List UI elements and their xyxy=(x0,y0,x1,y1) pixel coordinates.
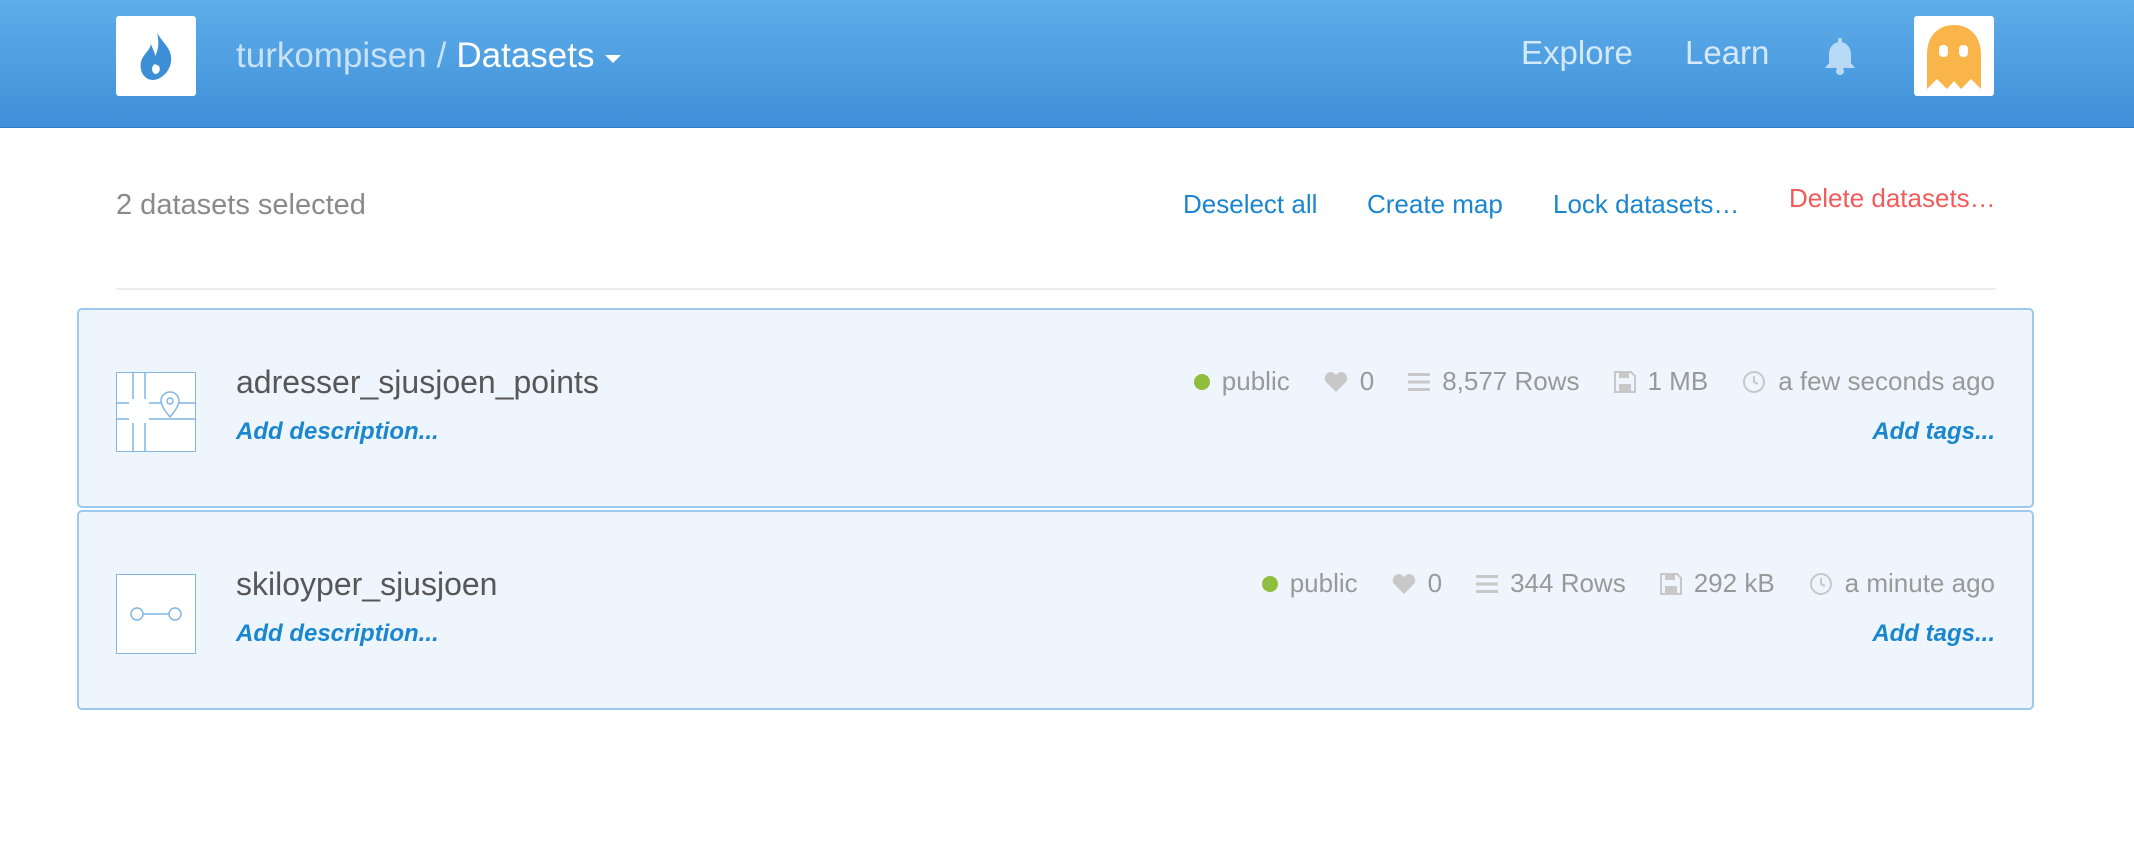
heart-icon xyxy=(1324,371,1347,392)
size: 1 MB xyxy=(1613,366,1709,397)
deselect-all-link[interactable]: Deselect all xyxy=(1183,189,1317,220)
create-map-link[interactable]: Create map xyxy=(1367,189,1503,220)
updated: a few seconds ago xyxy=(1742,366,1995,397)
size: 292 kB xyxy=(1659,568,1775,599)
size-value: 1 MB xyxy=(1647,366,1709,396)
map-pin-icon[interactable] xyxy=(116,372,196,452)
dataset-card[interactable]: skiloyper_sjusjoen Add description... pu… xyxy=(77,510,2034,710)
privacy-label: public xyxy=(1289,568,1358,598)
rows: 344 Rows xyxy=(1476,568,1626,599)
selected-count: 2 datasets selected xyxy=(116,189,366,221)
likes-count: 0 xyxy=(1359,366,1375,396)
likes-count: 0 xyxy=(1427,568,1443,598)
add-tags-link[interactable]: Add tags... xyxy=(1872,418,1995,446)
updated: a minute ago xyxy=(1809,568,1995,599)
rows-count: 8,577 Rows xyxy=(1442,366,1580,396)
clock-icon xyxy=(1809,572,1832,595)
heart-icon xyxy=(1392,573,1415,594)
nav-learn[interactable]: Learn xyxy=(1685,34,1769,72)
delete-datasets-link[interactable]: Delete datasets… xyxy=(1789,183,1996,214)
privacy-status[interactable]: public xyxy=(1193,366,1290,397)
privacy-status[interactable]: public xyxy=(1261,568,1358,599)
avatar[interactable] xyxy=(1914,16,1994,96)
disk-icon xyxy=(1613,370,1636,393)
clock-icon xyxy=(1743,370,1766,393)
dataset-name[interactable]: adresser_sjusjoen_points xyxy=(236,364,599,401)
dataset-card[interactable]: adresser_sjusjoen_points Add description… xyxy=(77,308,2034,508)
lock-datasets-link[interactable]: Lock datasets… xyxy=(1553,189,1739,220)
flame-icon xyxy=(140,32,172,80)
breadcrumb: turkompisen / Datasets xyxy=(236,34,621,78)
ghost-avatar-icon xyxy=(1927,25,1981,89)
rows: 8,577 Rows xyxy=(1408,366,1580,397)
add-description-link[interactable]: Add description... xyxy=(236,418,439,446)
updated-time: a minute ago xyxy=(1844,568,1995,598)
privacy-label: public xyxy=(1221,366,1290,396)
bell-icon[interactable] xyxy=(1822,38,1858,81)
public-status-dot xyxy=(1261,575,1278,592)
add-description-link[interactable]: Add description... xyxy=(236,620,439,648)
chevron-down-icon[interactable] xyxy=(604,55,621,63)
dataset-meta: public 0 344 Rows 292 kB a minute ago xyxy=(1261,568,1995,599)
breadcrumb-user[interactable]: turkompisen xyxy=(236,36,427,76)
dataset-meta: public 0 8,577 Rows 1 MB a few seconds a… xyxy=(1193,366,1995,397)
logo[interactable] xyxy=(116,16,196,96)
breadcrumb-separator: / xyxy=(436,36,447,75)
rows-icon xyxy=(1476,574,1499,593)
dataset-name[interactable]: skiloyper_sjusjoen xyxy=(236,566,497,603)
likes[interactable]: 0 xyxy=(1324,366,1374,397)
public-status-dot xyxy=(1193,373,1210,390)
breadcrumb-datasets[interactable]: Datasets xyxy=(456,36,594,76)
add-tags-link[interactable]: Add tags... xyxy=(1872,620,1995,648)
updated-time: a few seconds ago xyxy=(1778,366,1995,396)
rows-icon xyxy=(1408,372,1431,391)
disk-icon xyxy=(1659,572,1682,595)
selection-bar: 2 datasets selected Deselect all Create … xyxy=(116,183,1996,225)
line-icon[interactable] xyxy=(116,574,196,654)
size-value: 292 kB xyxy=(1693,568,1775,598)
divider xyxy=(116,288,1996,290)
likes[interactable]: 0 xyxy=(1392,568,1442,599)
top-header: turkompisen / Datasets Explore Learn xyxy=(0,0,2134,128)
nav-explore[interactable]: Explore xyxy=(1521,34,1633,72)
rows-count: 344 Rows xyxy=(1510,568,1626,598)
